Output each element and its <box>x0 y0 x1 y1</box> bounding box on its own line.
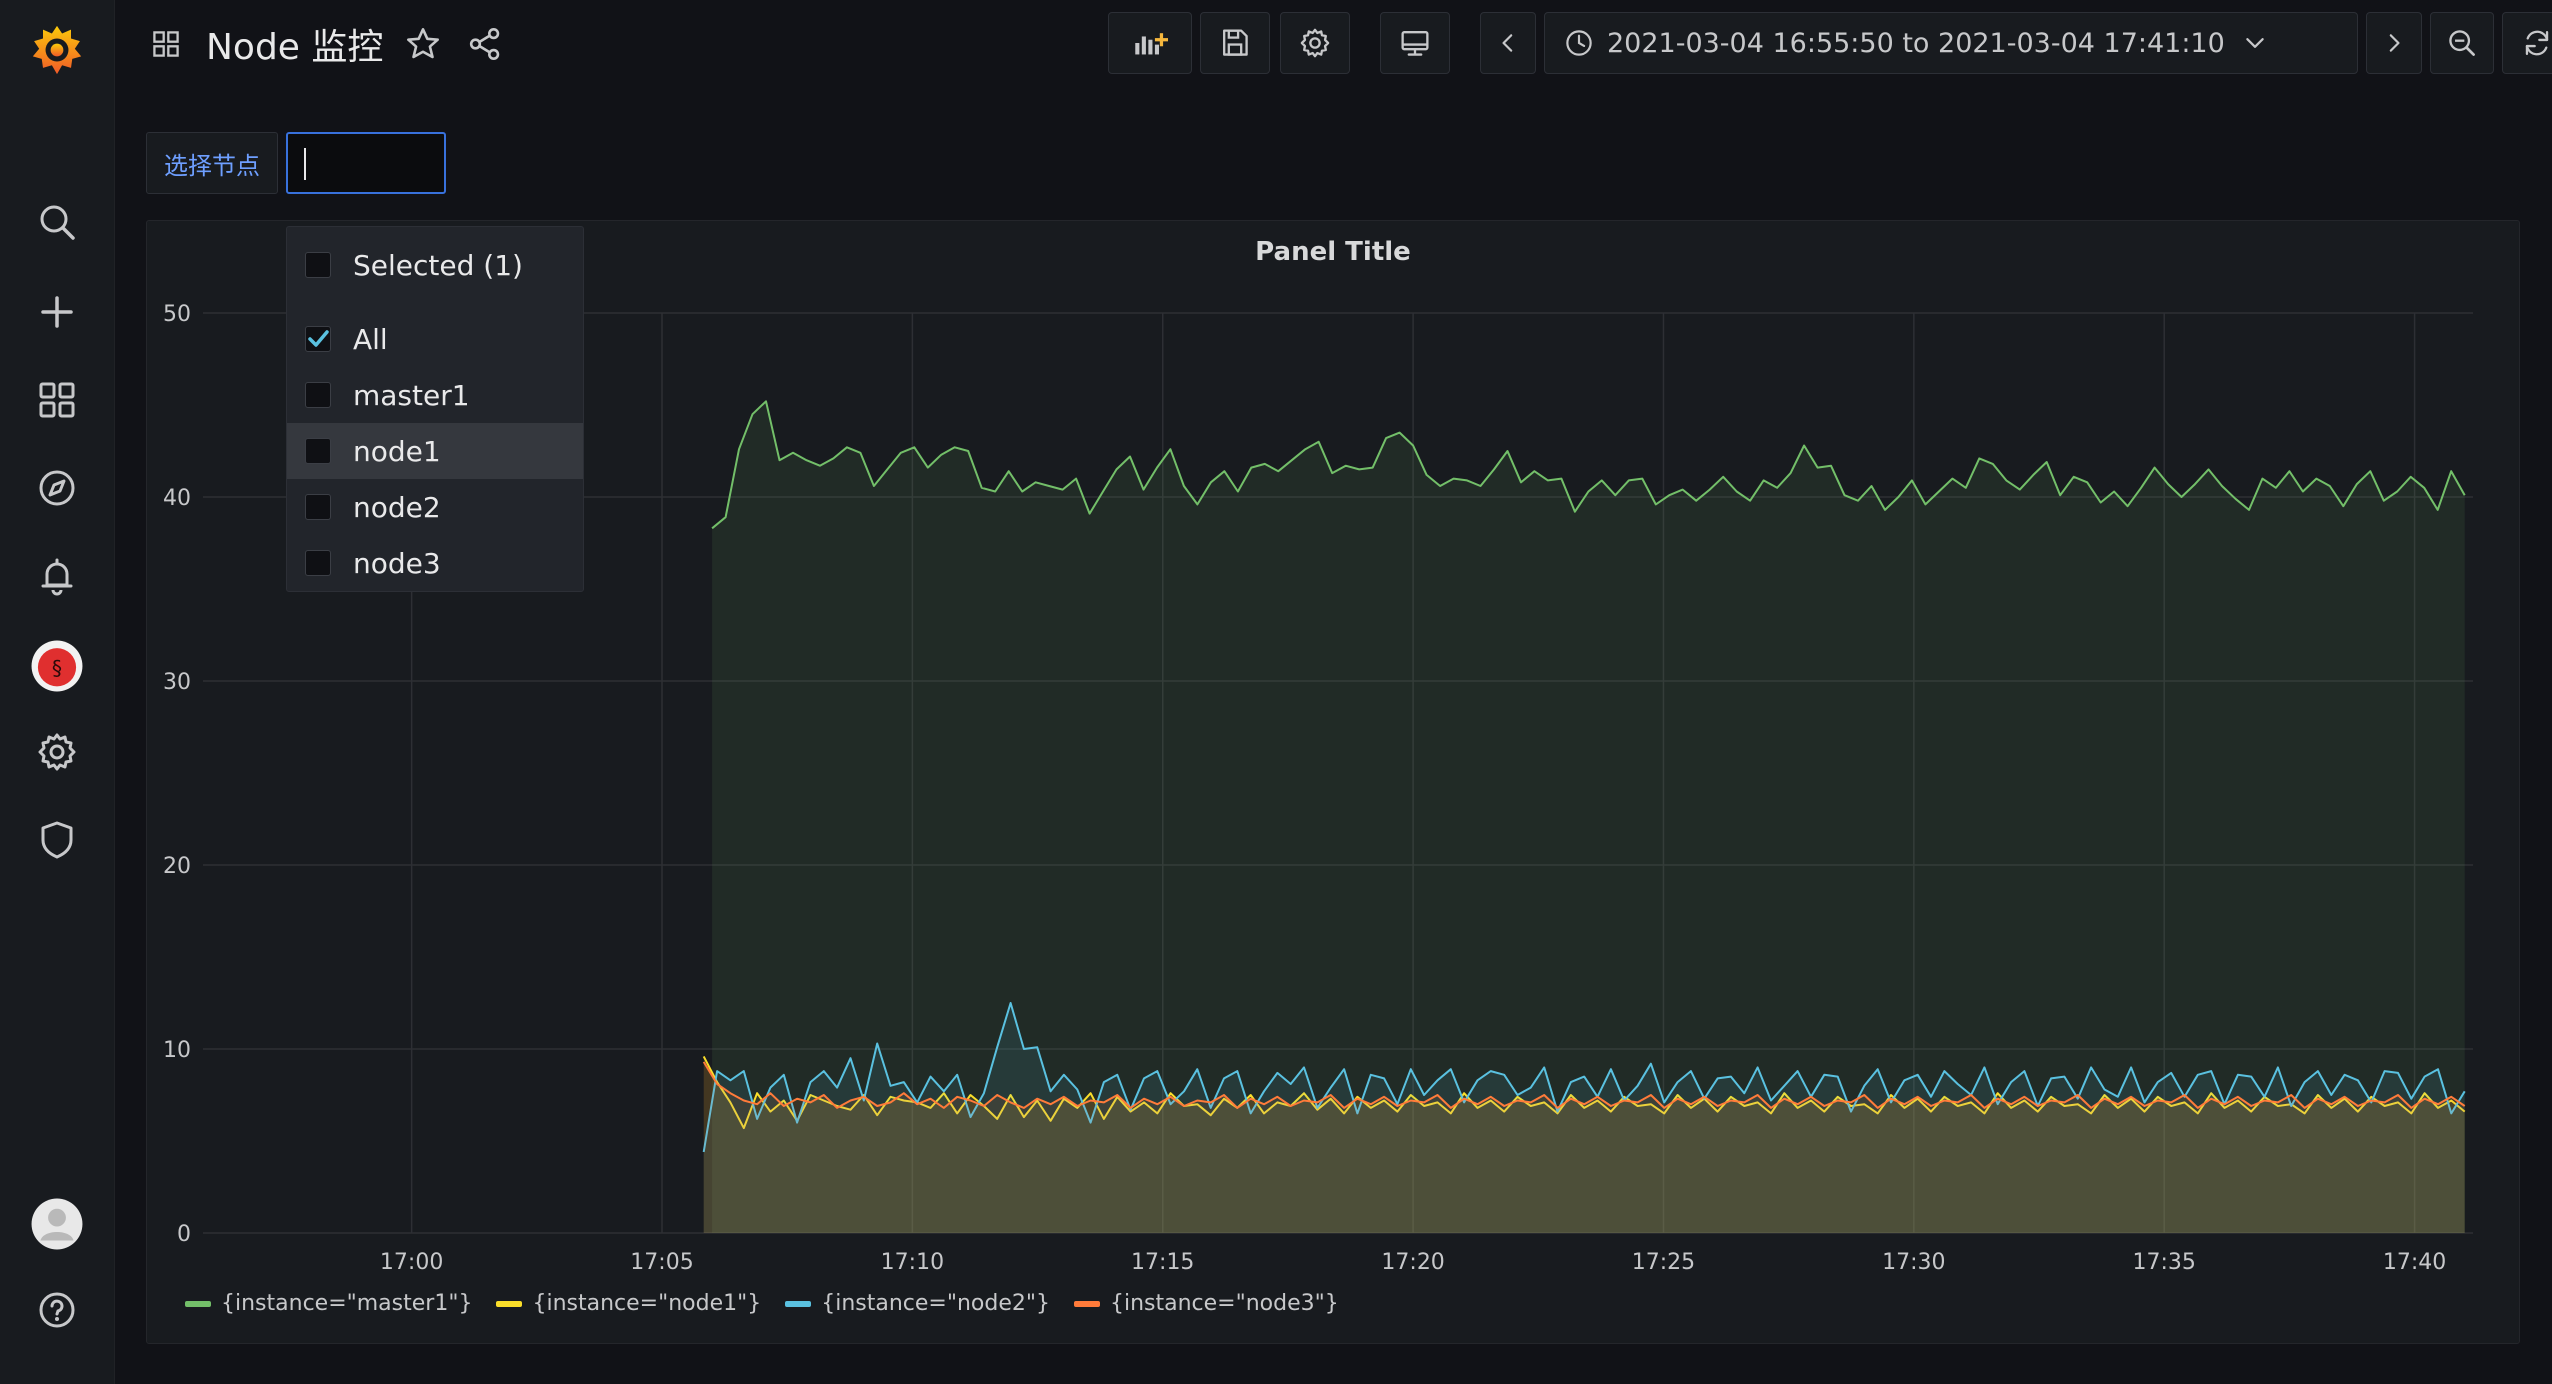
tv-mode-icon <box>1401 31 1429 56</box>
legend-label: {instance="master1"} <box>221 1291 473 1316</box>
selected-checkbox[interactable] <box>305 252 331 278</box>
legend-label: {instance="node1"} <box>532 1291 762 1316</box>
dashboards-icon[interactable] <box>27 370 87 430</box>
chevron-right-icon <box>2389 34 2400 52</box>
refresh-icon <box>2525 30 2549 56</box>
chevron-left-icon <box>1502 34 1513 52</box>
legend-swatch <box>1073 1300 1100 1307</box>
time-forward-button[interactable] <box>2366 12 2422 74</box>
x-tick-label: 17:15 <box>1131 1250 1194 1275</box>
plus-icon[interactable] <box>27 282 87 342</box>
sidebar: § <box>0 0 115 1384</box>
option-label: node3 <box>353 546 441 580</box>
x-tick-label: 17:10 <box>881 1250 944 1275</box>
avatar-plugin-icon[interactable]: § <box>27 636 87 696</box>
dropdown-option-All[interactable]: All <box>287 311 583 367</box>
x-tick-label: 17:25 <box>1632 1250 1695 1275</box>
x-tick-label: 17:35 <box>2133 1250 2196 1275</box>
refresh-button[interactable] <box>2502 12 2552 74</box>
option-checkbox[interactable] <box>305 550 331 576</box>
dropdown-selected-header[interactable]: Selected (1) <box>287 237 583 293</box>
search-icon[interactable] <box>27 192 87 252</box>
compass-icon[interactable] <box>27 458 87 518</box>
dropdown-option-node3[interactable]: node3 <box>287 535 583 591</box>
time-back-button[interactable] <box>1480 12 1536 74</box>
zoom-out-button[interactable] <box>2430 12 2494 74</box>
x-tick-label: 17:00 <box>380 1250 443 1275</box>
option-label: node1 <box>353 434 441 468</box>
variable-input[interactable] <box>286 132 446 194</box>
legend-swatch <box>185 1300 211 1307</box>
legend-item[interactable]: {instance="node3"} <box>1073 1291 1339 1316</box>
settings-icon <box>1300 28 1330 58</box>
variable-label: 选择节点 <box>146 132 278 194</box>
zoom-out-icon <box>2449 30 2475 56</box>
time-range-text: 2021-03-04 16:55:50 to 2021-03-04 17:41:… <box>1607 27 2225 59</box>
selected-count-label: Selected (1) <box>353 248 523 282</box>
legend-item[interactable]: {instance="master1"} <box>185 1291 472 1316</box>
legend-label: {instance="node3"} <box>1109 1291 1339 1316</box>
option-label: master1 <box>353 378 470 412</box>
legend-swatch <box>496 1300 523 1307</box>
gear-icon[interactable] <box>27 722 87 782</box>
tv-mode-button[interactable] <box>1380 12 1450 74</box>
star-icon[interactable] <box>401 22 445 66</box>
add-panel-button[interactable] <box>1108 12 1192 74</box>
y-tick-label: 50 <box>163 302 191 327</box>
x-tick-label: 17:20 <box>1381 1250 1444 1275</box>
option-label: All <box>353 322 388 356</box>
save-dashboard-button[interactable] <box>1200 12 1270 74</box>
bell-icon[interactable] <box>27 546 87 606</box>
y-tick-label: 20 <box>163 854 191 879</box>
y-tick-label: 30 <box>163 670 191 695</box>
dashboard-settings-button[interactable] <box>1280 12 1350 74</box>
y-tick-label: 0 <box>177 1222 191 1247</box>
x-tick-label: 17:05 <box>630 1250 693 1275</box>
x-tick-label: 17:40 <box>2383 1250 2446 1275</box>
save-icon <box>1223 29 1248 56</box>
help-icon[interactable] <box>27 1280 87 1340</box>
checkmark-icon <box>308 330 329 347</box>
y-tick-label: 40 <box>163 486 191 511</box>
text-caret <box>304 148 306 180</box>
legend-item[interactable]: {instance="node1"} <box>496 1291 761 1316</box>
option-checkbox[interactable] <box>305 326 331 352</box>
x-tick-label: 17:30 <box>1882 1250 1945 1275</box>
variable-options-dropdown: Selected (1) All master1 node1 node2 node3 <box>286 226 584 592</box>
dashboard-title[interactable]: Node 监控 <box>206 18 383 70</box>
grafana-logo-icon[interactable] <box>27 20 87 80</box>
dropdown-option-node1[interactable]: node1 <box>287 423 583 479</box>
dashboards-grid-icon <box>144 22 188 66</box>
option-checkbox[interactable] <box>305 438 331 464</box>
option-label: node2 <box>353 490 441 524</box>
dashboard-title-bar: Node 监控 <box>144 16 507 72</box>
y-tick-label: 10 <box>163 1038 191 1063</box>
share-icon[interactable] <box>463 22 507 66</box>
clock-icon <box>1566 30 1592 56</box>
add-panel-icon <box>1135 33 1168 55</box>
user-avatar-icon[interactable] <box>27 1194 87 1254</box>
legend-label: {instance="node2"} <box>821 1291 1050 1316</box>
dropdown-option-master1[interactable]: master1 <box>287 367 583 423</box>
top-bar: Node 监控 2021-03-04 16:55:50 to 2021-03-0… <box>114 0 2552 88</box>
shield-icon[interactable] <box>27 810 87 870</box>
dropdown-option-node2[interactable]: node2 <box>287 479 583 535</box>
chart-legend: {instance="master1"} {instance="node1"} {i… <box>185 1291 1339 1316</box>
option-checkbox[interactable] <box>305 382 331 408</box>
time-range-picker[interactable]: 2021-03-04 16:55:50 to 2021-03-04 17:41:… <box>1544 12 2358 74</box>
legend-swatch <box>785 1300 812 1307</box>
chevron-down-icon <box>2246 38 2264 48</box>
legend-item[interactable]: {instance="node2"} <box>785 1291 1050 1316</box>
option-checkbox[interactable] <box>305 494 331 520</box>
svg-text:§: § <box>52 656 62 680</box>
